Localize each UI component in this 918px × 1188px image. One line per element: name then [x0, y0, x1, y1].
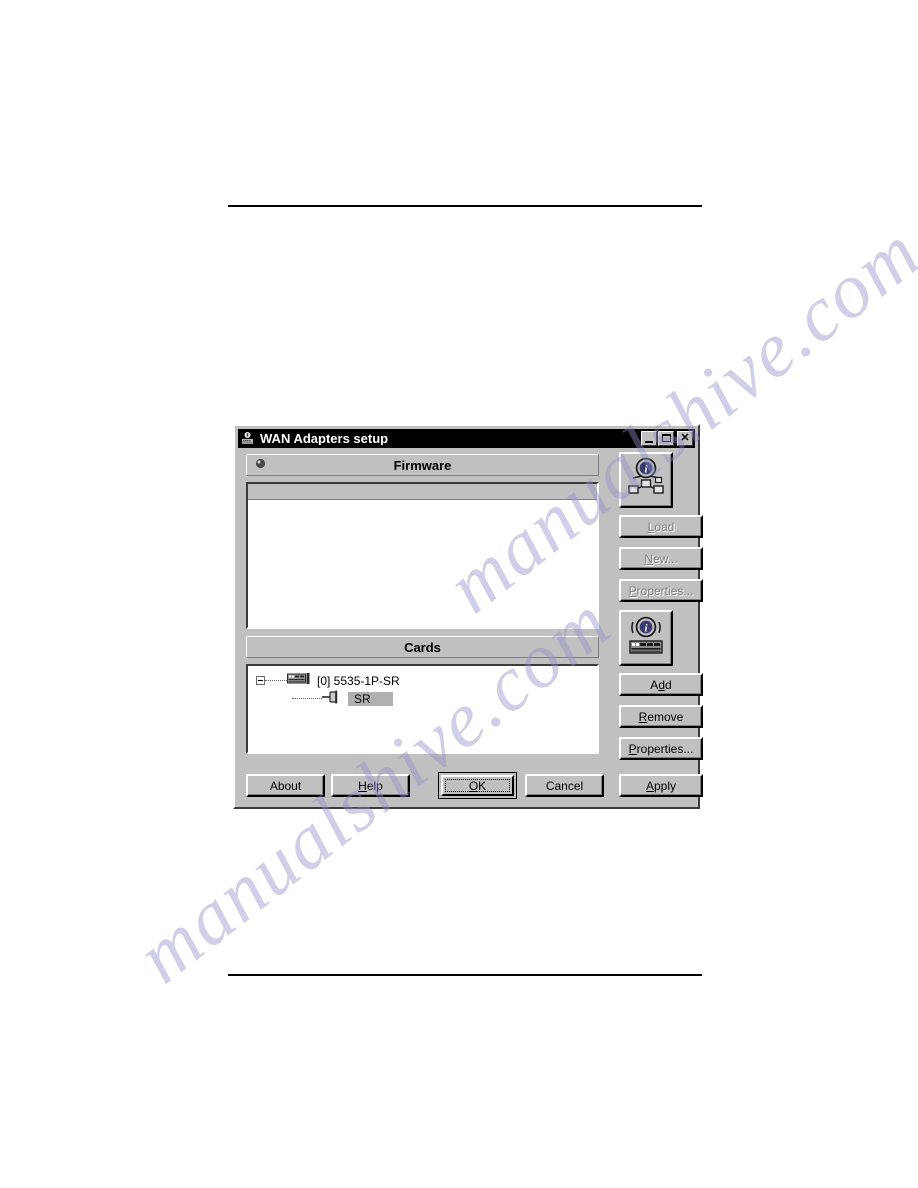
about-button-label: About: [269, 778, 302, 793]
firmware-list-header: [248, 484, 597, 500]
tree-item-port[interactable]: SR: [292, 690, 597, 707]
cards-group-label: Cards: [246, 636, 599, 658]
port-connector-icon: [322, 690, 344, 707]
minimize-icon: [645, 441, 653, 443]
ok-button[interactable]: OK: [438, 772, 517, 799]
card-board-icon: [287, 673, 311, 688]
card-properties-button-label: Properties...: [628, 741, 694, 756]
cards-info-icon-button[interactable]: i: [619, 610, 673, 666]
remove-button-label: Remove: [638, 709, 684, 724]
firmware-group-label-text: Firmware: [393, 457, 452, 473]
load-button[interactable]: Load: [619, 515, 703, 538]
remove-button[interactable]: Remove: [619, 705, 703, 728]
tree-connector-line: [265, 679, 287, 682]
card-properties-button[interactable]: Properties...: [619, 737, 703, 760]
firmware-group-label: Firmware: [246, 454, 599, 476]
tree-item-port-label: SR: [348, 691, 393, 706]
apply-button[interactable]: Apply: [619, 774, 703, 797]
minimize-button[interactable]: [641, 431, 657, 446]
cards-tree-body: [0] 5535-1P-SR SR: [248, 666, 597, 707]
new-button[interactable]: New...: [619, 547, 703, 570]
close-button[interactable]: ✕: [677, 431, 693, 446]
new-button-label: New...: [644, 551, 678, 566]
tree-item-card[interactable]: [0] 5535-1P-SR: [256, 672, 597, 689]
cancel-button[interactable]: Cancel: [525, 774, 604, 797]
load-button-label: Load: [647, 519, 675, 534]
cancel-button-label: Cancel: [545, 778, 584, 793]
firmware-properties-button[interactable]: Properties...: [619, 579, 703, 602]
card-info-icon: i: [625, 614, 667, 663]
tree-connector-line-child: [292, 697, 322, 700]
titlebar[interactable]: WAN Adapters setup ✕: [238, 429, 695, 448]
firmware-properties-button-label: Properties...: [628, 583, 694, 598]
focus-ring: [445, 779, 510, 792]
window-controls: ✕: [641, 431, 693, 446]
tree-item-card-label: [0] 5535-1P-SR: [317, 673, 400, 688]
collapse-toggle-icon[interactable]: [256, 676, 265, 685]
firmware-bullet-icon: [255, 456, 266, 474]
ok-button-inner: OK: [441, 775, 514, 796]
apply-button-label: Apply: [645, 778, 677, 793]
cards-group-label-text: Cards: [404, 639, 441, 655]
add-button[interactable]: Add: [619, 673, 703, 696]
firmware-info-icon-button[interactable]: i: [619, 452, 673, 508]
window-title: WAN Adapters setup: [260, 432, 389, 445]
cards-tree[interactable]: [0] 5535-1P-SR SR: [246, 664, 599, 754]
about-button[interactable]: About: [246, 774, 325, 797]
help-button-label: Help: [358, 778, 383, 793]
page-footer-rule: [228, 974, 702, 976]
wan-adapters-setup-window: WAN Adapters setup ✕ Firmware Cards [0] …: [233, 424, 703, 809]
page-header-rule: [228, 205, 702, 207]
firmware-list[interactable]: [246, 482, 599, 629]
add-button-label: Add: [650, 677, 672, 692]
firmware-network-icon: i: [625, 456, 667, 505]
help-button[interactable]: Help: [331, 774, 410, 797]
wan-adapter-icon: [240, 431, 255, 446]
maximize-icon: [662, 434, 671, 442]
maximize-button[interactable]: [658, 431, 674, 446]
